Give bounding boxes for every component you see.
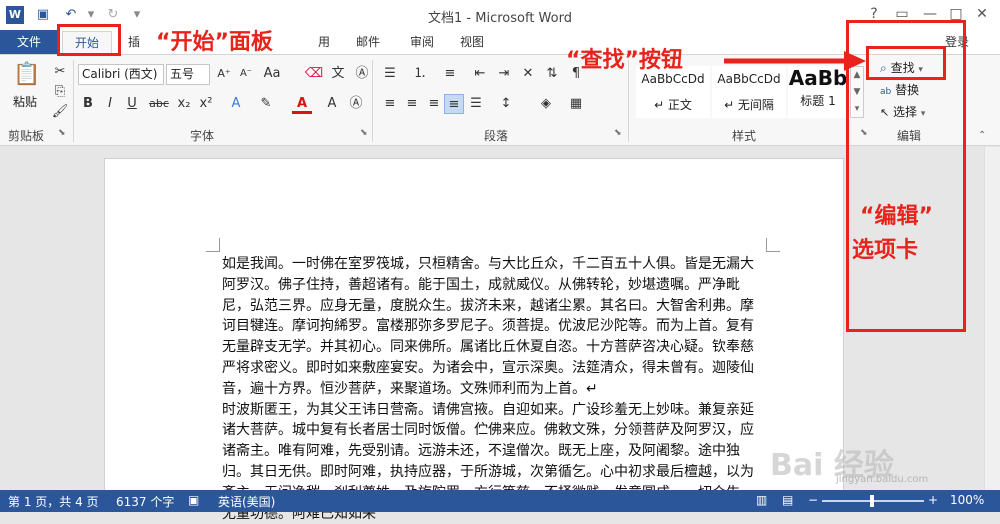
tab-mailings[interactable]: 邮件: [356, 30, 380, 54]
group-divider: [73, 60, 74, 142]
read-mode-icon[interactable]: ▤: [782, 493, 793, 507]
crop-mark: [766, 238, 780, 252]
style-name: ↵ 正文: [654, 98, 692, 112]
clipboard-group-label: 剪贴板: [8, 129, 45, 143]
bold-button[interactable]: B: [78, 94, 98, 114]
align-right-icon[interactable]: ≡: [424, 94, 444, 114]
watermark-url: jingyan.baidu.com: [836, 474, 929, 485]
collapse-ribbon-icon[interactable]: ⌃: [978, 130, 986, 141]
line-spacing-icon[interactable]: ↕: [496, 94, 516, 114]
highlight-icon[interactable]: ✎: [256, 94, 276, 114]
tab-references[interactable]: 用: [318, 30, 330, 54]
vertical-scrollbar[interactable]: [984, 147, 1000, 490]
superscript-button[interactable]: x²: [196, 94, 216, 114]
underline-button[interactable]: U: [122, 94, 142, 114]
group-divider: [372, 60, 373, 142]
style-name: 标题 1: [800, 94, 836, 108]
multilevel-list-icon[interactable]: ≡: [440, 64, 460, 84]
character-shading-icon[interactable]: A: [322, 94, 342, 114]
numbering-icon[interactable]: ⒈: [410, 64, 430, 84]
enclose-character-icon[interactable]: Ⓐ: [352, 64, 372, 84]
format-painter-icon[interactable]: 🖌: [50, 102, 70, 122]
styles-group-label: 样式: [732, 129, 757, 143]
home-tab-highlight-box: [57, 24, 121, 56]
clear-formatting-icon[interactable]: ⌫: [304, 64, 324, 84]
editing-tab-highlight-box: [846, 20, 966, 332]
phonetic-guide-icon[interactable]: 文: [328, 64, 348, 84]
sort-icon[interactable]: ⇅: [542, 64, 562, 84]
find-button-annotation: “查找”按钮: [566, 48, 683, 73]
align-center-icon[interactable]: ≡: [402, 94, 422, 114]
text-effects-icon[interactable]: A: [226, 94, 246, 114]
strikethrough-button[interactable]: abc: [146, 94, 172, 114]
borders-icon[interactable]: ▦: [566, 94, 586, 114]
proofing-icon[interactable]: ▣: [188, 493, 199, 507]
paste-icon[interactable]: 📋: [12, 62, 42, 90]
editing-annotation-line1: “编辑”: [860, 204, 933, 229]
decrease-indent-icon[interactable]: ⇤: [470, 64, 490, 84]
word-count[interactable]: 6137 个字: [116, 493, 174, 510]
page-count[interactable]: 第 1 页，共 4 页: [8, 493, 99, 510]
shading-icon[interactable]: ◈: [536, 94, 556, 114]
italic-button[interactable]: I: [100, 94, 120, 114]
zoom-out-button[interactable]: −: [808, 493, 818, 507]
document-body-text[interactable]: 如是我闻。一时佛在室罗筏城，只桓精舍。与大比丘众，千二百五十人俱。皆是无漏大阿罗…: [222, 254, 767, 524]
zoom-level[interactable]: 100%: [950, 493, 984, 507]
tab-file[interactable]: 文件: [0, 30, 58, 54]
paragraph-launcher-icon[interactable]: ⬊: [614, 128, 622, 138]
status-bar: 第 1 页，共 4 页 6137 个字 ▣ 英语(美国) ▤ ▥ − + 100…: [0, 490, 1000, 512]
tab-insert[interactable]: 插: [128, 30, 140, 54]
paste-button-label[interactable]: 粘贴: [13, 93, 37, 110]
justify-icon[interactable]: ≡: [444, 94, 464, 114]
crop-mark: [206, 238, 220, 252]
shrink-font-icon[interactable]: A⁻: [236, 64, 256, 84]
home-panel-annotation: “开始”面板: [156, 30, 273, 55]
change-case-icon[interactable]: Aa: [262, 64, 282, 84]
zoom-slider-thumb[interactable]: [870, 495, 874, 507]
increase-indent-icon[interactable]: ⇥: [494, 64, 514, 84]
font-color-button[interactable]: A: [292, 94, 312, 114]
print-layout-icon[interactable]: ▥: [756, 493, 767, 507]
close-button[interactable]: ✕: [970, 4, 994, 24]
style-name: ↵ 无间隔: [724, 98, 774, 112]
character-border-icon[interactable]: Ⓐ: [346, 94, 366, 114]
align-left-icon[interactable]: ≡: [380, 94, 400, 114]
tab-review[interactable]: 审阅: [410, 30, 434, 54]
tab-view[interactable]: 视图: [460, 30, 484, 54]
bullets-icon[interactable]: ☰: [380, 64, 400, 84]
paragraph-group-label: 段落: [484, 129, 509, 143]
copy-icon[interactable]: ⎘: [50, 82, 70, 102]
zoom-in-button[interactable]: +: [928, 493, 938, 507]
style-preview: AaBbCcDd: [641, 72, 705, 86]
font-group-label: 字体: [190, 129, 215, 143]
editing-annotation-line2: 选项卡: [852, 238, 919, 263]
chinese-layout-icon[interactable]: ✕: [518, 64, 538, 84]
cut-icon[interactable]: ✂: [50, 62, 70, 82]
language-indicator[interactable]: 英语(美国): [218, 493, 275, 510]
grow-font-icon[interactable]: A⁺: [214, 64, 234, 84]
distributed-icon[interactable]: ☰: [466, 94, 486, 114]
subscript-button[interactable]: x₂: [174, 94, 194, 114]
font-family-select[interactable]: Calibri (西文): [78, 64, 164, 85]
font-size-select[interactable]: 五号: [166, 64, 210, 85]
font-launcher-icon[interactable]: ⬊: [360, 128, 368, 138]
clipboard-launcher-icon[interactable]: ⬊: [58, 128, 66, 138]
